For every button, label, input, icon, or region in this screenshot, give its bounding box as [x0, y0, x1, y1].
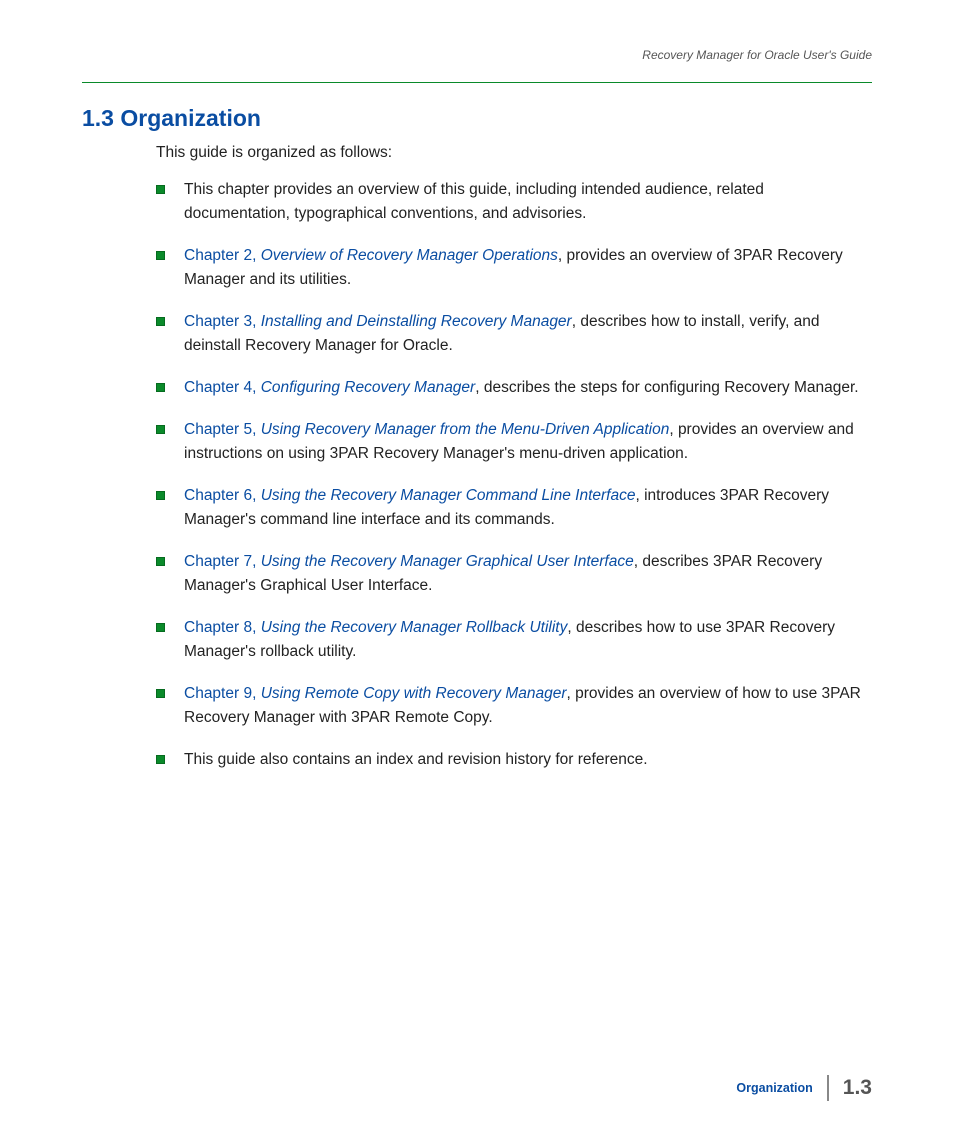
chapter-title-link[interactable]: Using Remote Copy with Recovery Manager [261, 685, 567, 702]
list-item: This guide also contains an index and re… [156, 748, 872, 772]
footer-page-number: 1.3 [843, 1076, 872, 1100]
list-item: Chapter 9, Using Remote Copy with Recove… [156, 682, 872, 730]
chapter-link[interactable]: Chapter 5, [184, 421, 261, 438]
chapter-link[interactable]: Chapter 7, [184, 553, 261, 570]
intro-text: This guide is organized as follows: [156, 144, 872, 162]
list-item: This chapter provides an overview of thi… [156, 178, 872, 226]
section-number: 1.3 [82, 105, 114, 131]
chapter-title-link[interactable]: Installing and Deinstalling Recovery Man… [261, 313, 572, 330]
list-item: Chapter 5, Using Recovery Manager from t… [156, 418, 872, 466]
chapter-title-link[interactable]: Using the Recovery Manager Command Line … [261, 487, 636, 504]
footer-section-label: Organization [736, 1081, 826, 1095]
section-title: Organization [120, 105, 261, 131]
list-item: Chapter 3, Installing and Deinstalling R… [156, 310, 872, 358]
list-item: Chapter 4, Configuring Recovery Manager,… [156, 376, 872, 400]
list-item: Chapter 6, Using the Recovery Manager Co… [156, 484, 872, 532]
chapter-title-link[interactable]: Using the Recovery Manager Rollback Util… [261, 619, 568, 636]
section-heading: 1.3 Organization [82, 105, 872, 132]
running-header: Recovery Manager for Oracle User's Guide [82, 48, 872, 62]
chapter-link[interactable]: Chapter 4, [184, 379, 261, 396]
item-pre: This chapter provides an overview of thi… [184, 181, 764, 222]
page-footer: Organization 1.3 [736, 1075, 872, 1101]
list-item: Chapter 7, Using the Recovery Manager Gr… [156, 550, 872, 598]
footer-divider [827, 1075, 829, 1101]
item-post: , describes the steps for configuring Re… [475, 379, 858, 396]
chapter-title-link[interactable]: Configuring Recovery Manager [261, 379, 476, 396]
chapter-link[interactable]: Chapter 2, [184, 247, 261, 264]
chapter-link[interactable]: Chapter 8, [184, 619, 261, 636]
chapter-link[interactable]: Chapter 6, [184, 487, 261, 504]
organization-list: This chapter provides an overview of thi… [156, 178, 872, 772]
chapter-title-link[interactable]: Overview of Recovery Manager Operations [261, 247, 558, 264]
chapter-link[interactable]: Chapter 3, [184, 313, 261, 330]
list-item: Chapter 2, Overview of Recovery Manager … [156, 244, 872, 292]
chapter-title-link[interactable]: Using the Recovery Manager Graphical Use… [261, 553, 634, 570]
chapter-title-link[interactable]: Using Recovery Manager from the Menu-Dri… [261, 421, 670, 438]
item-pre: This guide also contains an index and re… [184, 751, 648, 768]
list-item: Chapter 8, Using the Recovery Manager Ro… [156, 616, 872, 664]
chapter-link[interactable]: Chapter 9, [184, 685, 261, 702]
header-rule [82, 82, 872, 83]
